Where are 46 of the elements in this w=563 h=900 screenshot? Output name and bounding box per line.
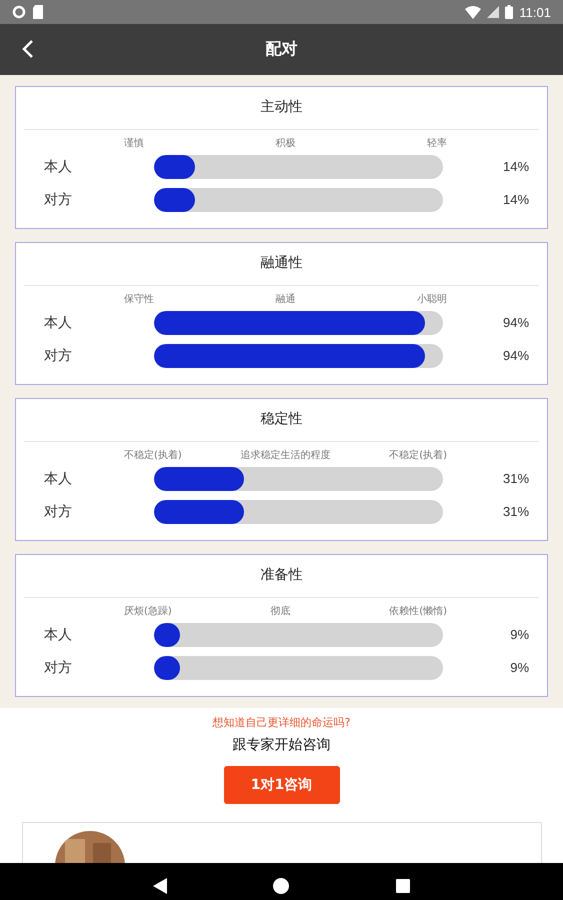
back-nav-icon[interactable] bbox=[153, 878, 168, 894]
row-label: 本人 bbox=[43, 314, 73, 332]
percentage: 31% bbox=[502, 504, 530, 519]
card-title: 主动性 bbox=[260, 98, 304, 117]
percentage: 14% bbox=[502, 192, 530, 207]
consult-button[interactable]: 1对1咨询 bbox=[224, 766, 340, 804]
promo-question: 想知道自己更详细的命运吗? bbox=[212, 715, 350, 730]
sd-card-icon bbox=[32, 5, 44, 19]
promo-headline: 跟专家开始咨询 bbox=[232, 736, 330, 754]
card-title: 准备性 bbox=[260, 566, 304, 585]
scale-label: 小聪明 bbox=[417, 292, 447, 306]
clock: 11:01 bbox=[519, 4, 551, 20]
card-title: 稳定性 bbox=[260, 410, 304, 429]
percentage: 9% bbox=[509, 627, 530, 642]
row-label: 对方 bbox=[43, 190, 73, 208]
row-label: 本人 bbox=[43, 626, 73, 644]
scale-label: 追求稳定生活的程度 bbox=[240, 448, 330, 462]
wifi-icon bbox=[465, 6, 482, 18]
percentage: 94% bbox=[502, 348, 530, 363]
recents-nav-icon[interactable] bbox=[396, 878, 410, 892]
signal-icon bbox=[487, 6, 500, 18]
scale-label: 不稳定(执着) bbox=[389, 448, 447, 462]
percentage: 31% bbox=[502, 471, 530, 486]
scale-label: 积极 bbox=[276, 136, 296, 150]
scale-label: 融通 bbox=[276, 292, 296, 306]
scale-label: 不稳定(执着) bbox=[124, 448, 182, 462]
row-label: 本人 bbox=[43, 470, 73, 488]
back-icon[interactable] bbox=[22, 39, 34, 59]
percentage: 94% bbox=[502, 315, 530, 330]
row-label: 对方 bbox=[43, 658, 73, 676]
notification-circle-icon bbox=[12, 5, 26, 19]
percentage: 9% bbox=[509, 660, 530, 675]
percentage: 14% bbox=[502, 159, 530, 174]
scale-label: 轻率 bbox=[427, 136, 447, 150]
scale-label: 厌烦(急躁) bbox=[124, 604, 172, 618]
card-title: 融通性 bbox=[260, 254, 304, 273]
page-title: 配对 bbox=[266, 39, 298, 60]
scale-label: 保守性 bbox=[124, 292, 154, 306]
scale-label: 谨慎 bbox=[124, 136, 144, 150]
battery-icon bbox=[505, 5, 514, 19]
scale-label: 彻底 bbox=[270, 604, 290, 618]
row-label: 本人 bbox=[43, 158, 73, 176]
home-nav-icon[interactable] bbox=[273, 878, 290, 894]
scale-label: 依赖性(懒惰) bbox=[389, 604, 447, 618]
row-label: 对方 bbox=[43, 502, 73, 520]
row-label: 对方 bbox=[43, 346, 73, 364]
